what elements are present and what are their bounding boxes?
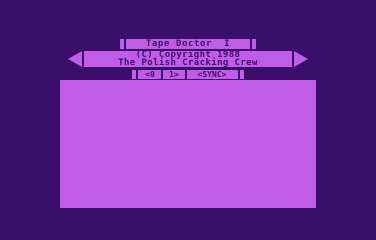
menu-left-tick	[136, 70, 138, 79]
menu-item-sync[interactable]: <SYNC>	[188, 70, 236, 79]
app-title: Tape Doctor I	[145, 39, 231, 49]
menu-item-track-0[interactable]: <0	[140, 70, 160, 79]
left-triangle-icon	[68, 51, 82, 67]
menu-separator	[161, 70, 163, 79]
right-triangle-icon	[294, 51, 308, 67]
title-bar: Tape Doctor I	[120, 39, 256, 49]
credits-banner: (C) Copyright 1988 The Polish Cracking C…	[68, 51, 308, 68]
menu-bar: <0 1> <SYNC>	[132, 70, 244, 79]
credits-text: The Polish Cracking Crew	[118, 58, 258, 68]
menu-item-track-1[interactable]: 1>	[164, 70, 184, 79]
menu-right-tick	[238, 70, 240, 79]
content-window	[60, 80, 316, 208]
banner-body: (C) Copyright 1988 The Polish Cracking C…	[84, 51, 292, 68]
menu-separator	[185, 70, 187, 79]
screen: Tape Doctor I (C) Copyright 1988 The Pol…	[0, 0, 376, 240]
